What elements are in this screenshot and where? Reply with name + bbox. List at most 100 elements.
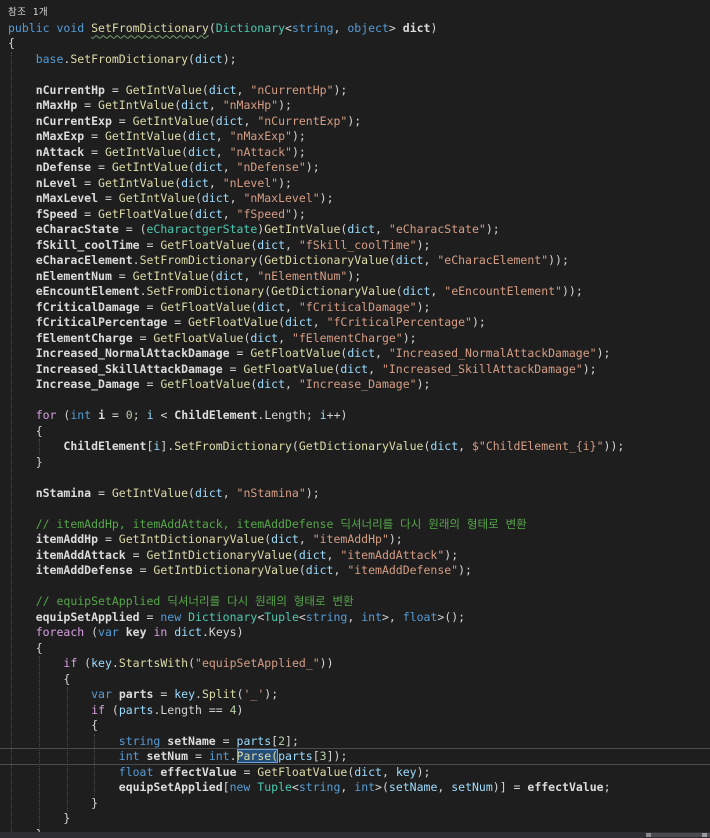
code-line[interactable]: }	[8, 796, 710, 812]
code-line[interactable]: ChildElement[i].SetFromDictionary(GetDic…	[8, 439, 710, 455]
code-line[interactable]: // equipSetApplied 딕셔너리를 다시 원래의 형태로 변환	[8, 594, 710, 610]
code-line[interactable]: nCurrentExp = GetIntValue(dict, "nCurren…	[8, 114, 710, 130]
code-line[interactable]: nMaxHp = GetIntValue(dict, "nMaxHp");	[8, 98, 710, 114]
code-token: ].	[160, 439, 175, 453]
code-line[interactable]: fCriticalDamage = GetFloatValue(dict, "f…	[8, 300, 710, 316]
code-token: .Length ==	[153, 702, 230, 717]
code-token: nCurrentExp	[35, 113, 112, 128]
code-token: {	[8, 423, 43, 438]
code-line[interactable]: nMaxLevel = GetIntValue(dict, "nMaxLevel…	[8, 191, 710, 207]
code-line[interactable]: eEncountElement.SetFromDictionary (GetDic…	[8, 284, 710, 300]
code-line[interactable]: for (int i = 0; i < ChildElement.Length;…	[8, 408, 710, 424]
code-line[interactable]: nCurrentHp = GetIntValue(dict, "nCurrent…	[8, 83, 710, 99]
code-token: dict	[298, 547, 327, 562]
code-token: nCurrentHp	[35, 82, 105, 97]
code-line[interactable]: base.SetFromDictionary(dict);	[8, 52, 710, 68]
code-line[interactable]: {	[8, 718, 710, 734]
code-line[interactable]: // itemAddHp, itemAddAttack, itemAddDefe…	[8, 517, 710, 533]
code-line[interactable]: fCriticalPercentage = GetFloatValue(dict…	[8, 315, 710, 331]
code-line[interactable]: {	[8, 672, 710, 688]
code-line[interactable]: if (key.StartsWith("equipSetApplied_"))	[8, 656, 710, 672]
code-line[interactable]: equipSetApplied[new Tuple<string, int>(s…	[8, 780, 710, 796]
code-line[interactable]: eCharacState = (eCharactgerState)GetIntV…	[8, 222, 710, 238]
code-line[interactable]: itemAddAttack = GetIntDictionaryValue(di…	[8, 548, 710, 564]
code-token: nElementNum	[35, 268, 112, 283]
code-line[interactable]: equipSetApplied = new Dictionary<Tuple<s…	[8, 610, 710, 626]
code-line[interactable]	[8, 501, 710, 517]
code-line[interactable]: }	[8, 455, 710, 471]
code-token: ));	[561, 284, 583, 298]
code-token: ChildElement	[174, 408, 258, 422]
code-token: fSpeed	[35, 206, 78, 221]
code-line[interactable]: string setName = parts[2];	[8, 734, 710, 750]
code-token: base	[35, 51, 64, 66]
code-line[interactable]: Increased_SkillAttackDamage = GetFloatVa…	[8, 362, 710, 378]
code-token: ];	[285, 733, 299, 748]
code-token: dict	[250, 330, 279, 345]
code-token: );	[458, 563, 472, 577]
code-token: void	[56, 20, 85, 35]
code-line[interactable]: if (parts.Length == 4)	[8, 703, 710, 719]
code-line[interactable]: foreach (var key in dict.Keys)	[8, 625, 710, 641]
code-token: );	[582, 361, 597, 376]
code-line[interactable]: nStamina = GetIntValue(dict, "nStamina")…	[8, 486, 710, 502]
code-line[interactable]: nElementNum = GetIntValue(dict, "nElemen…	[8, 269, 710, 285]
code-token: );	[305, 485, 320, 500]
code-token: );	[388, 532, 403, 546]
codelens-references[interactable]: 참조 1개	[8, 5, 710, 21]
code-line[interactable]: Increase_Damage = GetFloatValue(dict, "I…	[8, 377, 710, 393]
code-token: (	[236, 687, 244, 701]
code-line[interactable]: int setNum = int.Parse(parts[3]);	[8, 749, 710, 765]
code-token: i	[98, 408, 105, 422]
code-line[interactable]: public void SetFromDictionary(Dictionary…	[8, 21, 710, 37]
code-token: Increased_SkillAttackDamage	[35, 361, 223, 376]
code-token: 참조 1개	[8, 7, 49, 18]
code-line[interactable]: float effectValue = GetFloatValue(dict, …	[8, 765, 710, 781]
code-token: GetIntValue	[98, 98, 175, 112]
code-line[interactable]: Increased_NormalAttackDamage = GetFloatV…	[8, 346, 710, 362]
code-line[interactable]	[8, 579, 710, 595]
code-line[interactable]: nMaxExp = GetIntValue(dict, "nMaxExp");	[8, 129, 710, 145]
code-line[interactable]: fElementCharge = GetFloatValue(dict, "fE…	[8, 331, 710, 347]
code-line[interactable]	[8, 67, 710, 83]
code-token: for	[35, 408, 57, 422]
code-token: GetFloatValue	[160, 377, 251, 391]
code-token: =	[125, 547, 147, 562]
code-token: "nMaxHp"	[222, 98, 279, 112]
code-line[interactable]: nLevel = GetIntValue(dict, "nLevel");	[8, 176, 710, 192]
horizontal-scrollbar[interactable]	[0, 832, 710, 838]
code-line[interactable]: {	[8, 424, 710, 440]
code-token: string	[305, 609, 348, 624]
code-line[interactable]: nDefense = GetIntValue(dict, "nDefense")…	[8, 160, 710, 176]
code-line[interactable]: nAttack = GetIntValue(dict, "nAttack");	[8, 145, 710, 161]
code-line[interactable]: var parts = key.Split('_');	[8, 687, 710, 703]
code-token: 2	[278, 733, 286, 748]
code-line[interactable]: fSpeed = GetFloatValue(dict, "fSpeed");	[8, 207, 710, 223]
code-line[interactable]: eCharacElement.SetFromDictionary (GetDict…	[8, 253, 710, 269]
code-token: dict	[257, 237, 285, 252]
code-line[interactable]	[8, 470, 710, 486]
code-line[interactable]: itemAddDefense = GetIntDictionaryValue(d…	[8, 563, 710, 579]
code-token: '_'	[243, 687, 265, 701]
code-token: (	[188, 206, 195, 221]
code-token: ,	[215, 129, 230, 143]
code-line[interactable]: {	[8, 641, 710, 657]
horizontal-scrollbar-thumb[interactable]	[646, 833, 710, 837]
code-line[interactable]: }	[8, 811, 710, 827]
code-token: ,	[285, 237, 299, 252]
code-token: );	[416, 377, 431, 391]
code-line[interactable]: itemAddHp = GetIntDictionaryValue(dict, …	[8, 532, 710, 548]
code-token: "nElementNum"	[257, 268, 348, 283]
code-line[interactable]	[8, 393, 710, 409]
code-token: }	[8, 454, 43, 469]
code-line[interactable]: fSkill_coolTime = GetFloatValue(dict, "f…	[8, 238, 710, 254]
code-line[interactable]: {	[8, 36, 710, 52]
code-token: );	[347, 113, 362, 128]
code-token: GetFloatValue	[250, 346, 341, 360]
code-token: );	[485, 222, 500, 236]
code-token: "fCriticalDamage"	[298, 299, 417, 314]
code-area: 참조 1개 public void SetFromDictionary(Dicti…	[8, 5, 710, 838]
